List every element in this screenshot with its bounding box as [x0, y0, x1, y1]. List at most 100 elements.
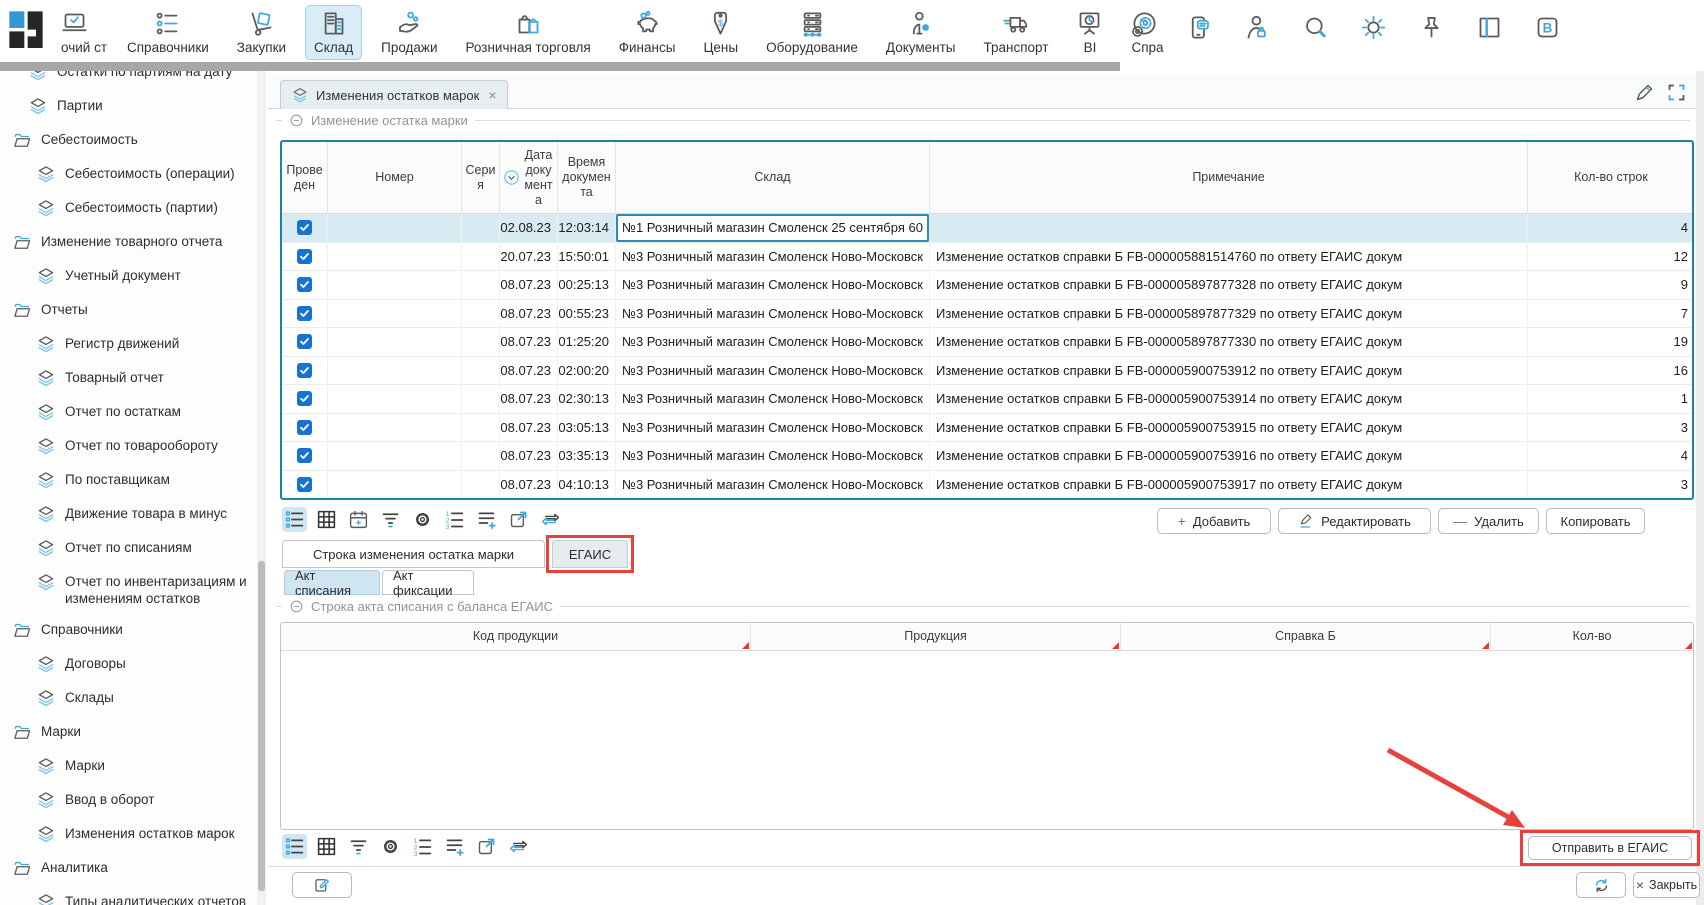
module-5[interactable]: Продажи — [372, 5, 446, 60]
column-header-8[interactable]: Кол-во строк — [1528, 142, 1694, 213]
sidebar-item-23[interactable]: Изменения остатков марок — [0, 818, 256, 852]
module-6[interactable]: Розничная торговля — [457, 5, 600, 60]
sidebar-item-8[interactable]: Отчеты — [0, 294, 256, 328]
reload-icon[interactable] — [506, 834, 531, 859]
table-cell[interactable]: Изменение остатков справки Б FB-00000589… — [930, 328, 1528, 356]
table-row[interactable]: 08.07.2300:25:13№3 Розничный магазин Смо… — [282, 271, 1692, 300]
sidebar-item-14[interactable]: Движение товара в минус — [0, 498, 256, 532]
sidebar-scrollbar-thumb[interactable] — [258, 561, 265, 891]
table-cell[interactable] — [462, 442, 500, 470]
table-cell[interactable] — [462, 385, 500, 413]
posted-checkbox-cell[interactable] — [282, 414, 328, 442]
sidebar-item-11[interactable]: Отчет по остаткам — [0, 396, 256, 430]
sidebar-item-18[interactable]: Договоры — [0, 648, 256, 682]
table-cell[interactable]: 19 — [1528, 328, 1694, 356]
table-cell[interactable]: №3 Розничный магазин Смоленск Ново-Моско… — [616, 442, 930, 470]
tab-egais[interactable]: ЕГАИС — [552, 540, 628, 568]
refresh-button[interactable] — [1576, 872, 1626, 898]
table-cell[interactable] — [328, 414, 462, 442]
sidebar-item-2[interactable]: Партии — [0, 90, 256, 124]
fullscreen-icon[interactable] — [1666, 82, 1687, 103]
table-cell[interactable]: Изменение остатков справки Б FB-00000589… — [930, 300, 1528, 328]
posted-checkbox-cell[interactable] — [282, 328, 328, 356]
table-cell[interactable]: 20.07.23 — [500, 243, 558, 271]
table-cell[interactable]: 4 — [1528, 214, 1694, 242]
table-cell[interactable]: №3 Розничный магазин Смоленск Ново-Моско… — [616, 300, 930, 328]
posted-checkbox-cell[interactable] — [282, 243, 328, 271]
open-editor-button[interactable] — [292, 872, 352, 898]
table-cell[interactable]: №1 Розничный магазин Смоленск 25 сентябр… — [616, 214, 930, 242]
gear-icon[interactable] — [410, 507, 435, 532]
column-header-2[interactable]: Номер — [328, 142, 462, 213]
sidebar-item-7[interactable]: Учетный документ — [0, 260, 256, 294]
table-cell[interactable]: 12:03:14 — [558, 214, 616, 242]
column-header-3[interactable]: Справка Б — [1121, 623, 1491, 650]
posted-checkbox-cell[interactable] — [282, 471, 328, 499]
posted-checkbox-cell[interactable] — [282, 214, 328, 242]
table-cell[interactable]: 7 — [1528, 300, 1694, 328]
posted-checkbox-cell[interactable] — [282, 300, 328, 328]
brightness-icon[interactable] — [1360, 14, 1387, 41]
numbered-list-icon[interactable]: 123 — [410, 834, 435, 859]
sidebar-item-1[interactable]: Остатки по партиям на дату — [0, 71, 256, 90]
posted-checkbox[interactable] — [297, 249, 312, 264]
table-cell[interactable] — [462, 214, 500, 242]
phone-chat-icon[interactable] — [1186, 14, 1213, 41]
column-header-5[interactable]: Время документа — [558, 142, 616, 213]
sidebar-item-9[interactable]: Регистр движений — [0, 328, 256, 362]
table-cell[interactable]: 08.07.23 — [500, 300, 558, 328]
column-header-1[interactable]: Код продукции — [281, 623, 751, 650]
table-row[interactable]: 08.07.2302:30:13№3 Розничный магазин Смо… — [282, 385, 1692, 414]
module-11[interactable]: Транспорт — [975, 5, 1058, 60]
sidebar-item-4[interactable]: Себестоимость (операции) — [0, 158, 256, 192]
user-lock-icon[interactable] — [1244, 14, 1271, 41]
list-view-icon[interactable] — [282, 834, 307, 859]
table-cell[interactable]: №3 Розничный магазин Смоленск Ново-Моско… — [616, 385, 930, 413]
posted-checkbox[interactable] — [297, 391, 312, 406]
tab-izmeneniya-ostatkov-marok[interactable]: Изменения остатков марок × — [280, 80, 508, 109]
module-2[interactable]: Справочники — [118, 5, 218, 60]
sidebar-item-20[interactable]: Марки — [0, 716, 256, 750]
filter-icon[interactable] — [378, 507, 403, 532]
posted-checkbox[interactable] — [297, 306, 312, 321]
sidebar-item-22[interactable]: Ввод в оборот — [0, 784, 256, 818]
table-cell[interactable]: №3 Розничный магазин Смоленск Ново-Моско… — [616, 243, 930, 271]
add-button[interactable]: +Добавить — [1157, 508, 1271, 534]
table-cell[interactable]: 4 — [1528, 442, 1694, 470]
posted-checkbox[interactable] — [297, 477, 312, 492]
numbered-list-icon[interactable]: 123 — [442, 507, 467, 532]
table-cell[interactable]: Изменение остатков справки Б FB-00000590… — [930, 414, 1528, 442]
table-cell[interactable]: 12 — [1528, 243, 1694, 271]
column-header-2[interactable]: Продукция — [751, 623, 1121, 650]
list-view-icon[interactable] — [282, 507, 307, 532]
sidebar-item-17[interactable]: Справочники — [0, 614, 256, 648]
table-cell[interactable]: №3 Розничный магазин Смоленск Ново-Моско… — [616, 357, 930, 385]
open-external-icon[interactable] — [474, 834, 499, 859]
table-cell[interactable]: 9 — [1528, 271, 1694, 299]
documents-table[interactable]: ПроведенНомерСерияДата документаВремя до… — [280, 140, 1694, 500]
table-row[interactable]: 02.08.2312:03:14№1 Розничный магазин Смо… — [282, 214, 1692, 243]
sidebar-item-19[interactable]: Склады — [0, 682, 256, 716]
column-header-4[interactable]: Дата документа — [500, 142, 558, 213]
table-cell[interactable]: Изменение остатков справки Б FB-00000589… — [930, 271, 1528, 299]
table-cell[interactable]: 08.07.23 — [500, 414, 558, 442]
table-cell[interactable]: Изменение остатков справки Б FB-00000590… — [930, 385, 1528, 413]
table-cell[interactable]: 08.07.23 — [500, 385, 558, 413]
table-cell[interactable] — [328, 385, 462, 413]
posted-checkbox[interactable] — [297, 363, 312, 378]
table-cell[interactable]: 03:05:13 — [558, 414, 616, 442]
table-cell[interactable] — [462, 357, 500, 385]
settings-gears-icon[interactable] — [1128, 14, 1155, 41]
collapse-icon[interactable] — [289, 113, 304, 128]
table-cell[interactable]: 03:35:13 — [558, 442, 616, 470]
table-cell[interactable]: 02:30:13 — [558, 385, 616, 413]
column-header-1[interactable]: Проведен — [282, 142, 328, 213]
table-cell[interactable]: 16 — [1528, 357, 1694, 385]
table-cell[interactable]: 02:00:20 — [558, 357, 616, 385]
grid-view-icon[interactable] — [314, 834, 339, 859]
module-9[interactable]: Оборудование — [757, 5, 867, 60]
table-cell[interactable] — [462, 471, 500, 499]
edit-button[interactable]: Редактировать — [1278, 508, 1431, 534]
table-cell[interactable]: 00:25:13 — [558, 271, 616, 299]
table-cell[interactable]: Изменение остатков справки Б FB-00000590… — [930, 442, 1528, 470]
